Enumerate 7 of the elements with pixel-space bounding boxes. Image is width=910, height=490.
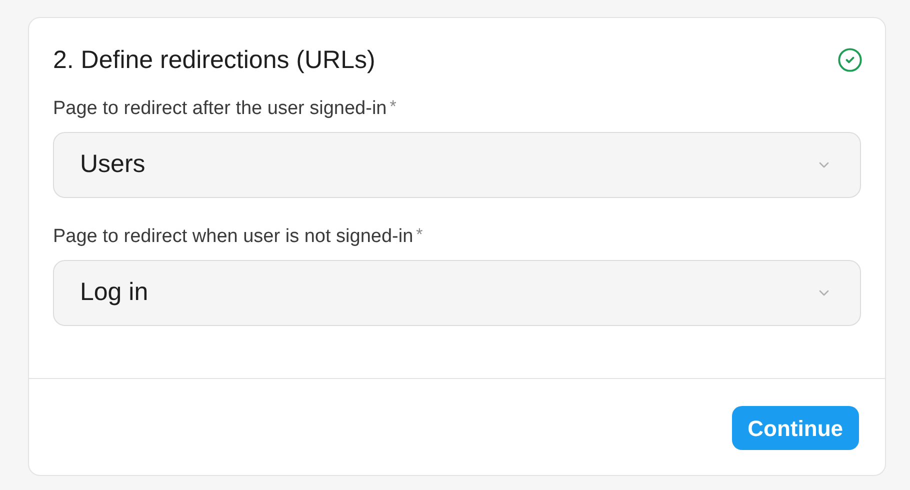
select-field[interactable]: Users — [53, 132, 861, 198]
required-mark: * — [390, 96, 396, 118]
field-label: Page to redirect after the user signed-in — [53, 97, 387, 121]
required-mark: * — [416, 224, 423, 246]
card-title: 2. Define redirections (URLs) — [53, 45, 376, 76]
select-field[interactable]: Log in — [53, 260, 861, 326]
field-label: Page to redirect when user is not signed-in — [53, 225, 414, 249]
